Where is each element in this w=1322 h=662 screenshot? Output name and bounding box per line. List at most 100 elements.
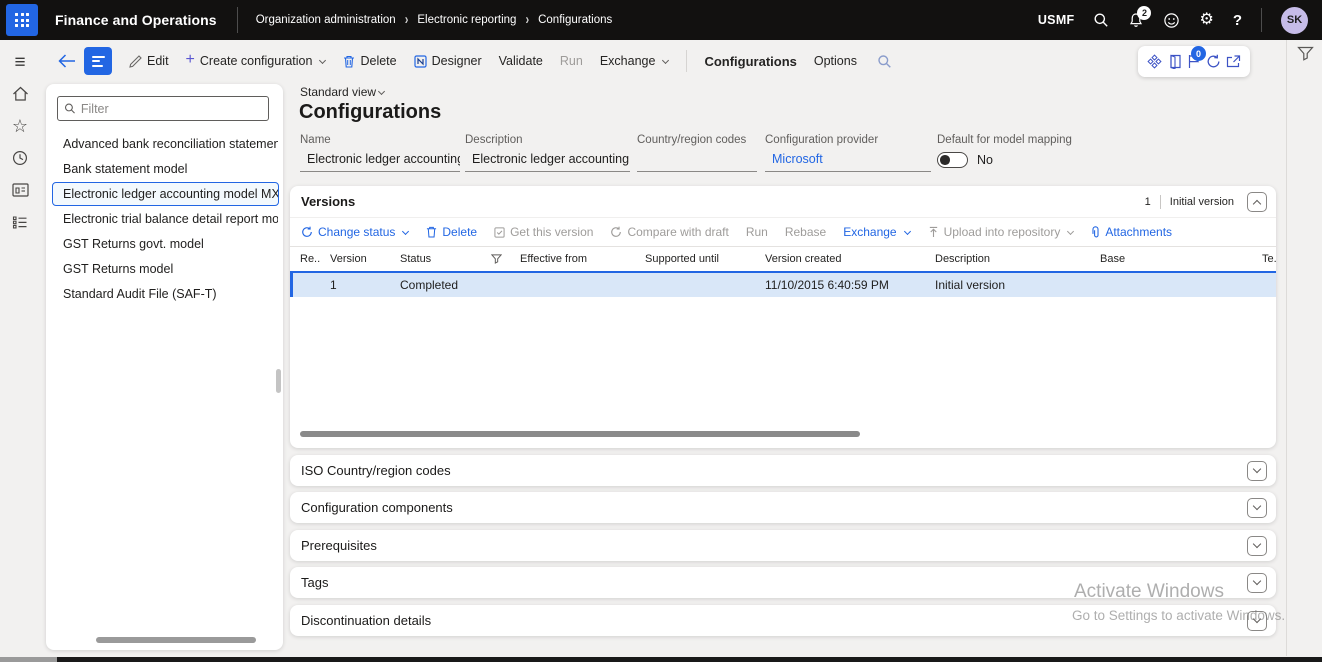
refresh-icon[interactable] — [1206, 54, 1221, 69]
column-te[interactable]: Te... — [1252, 253, 1276, 265]
breadcrumb: Organization administration › Electronic… — [256, 14, 613, 26]
field-provider-value-link[interactable]: Microsoft — [765, 151, 931, 172]
user-avatar[interactable]: SK — [1281, 7, 1308, 34]
table-row[interactable]: 1 Completed 11/10/2015 6:40:59 PM Initia… — [290, 273, 1276, 297]
compare-with-draft-button: Compare with draft — [610, 225, 728, 239]
column-description[interactable]: Description — [925, 253, 1090, 265]
paperclip-icon — [1091, 226, 1100, 239]
attachments-button[interactable]: Attachments — [1091, 225, 1172, 239]
vertical-scrollbar-thumb[interactable] — [276, 369, 281, 393]
default-mapping-toggle[interactable] — [937, 152, 968, 168]
fasttab-prerequisites[interactable]: Prerequisites — [290, 530, 1276, 561]
recent-clock-icon[interactable] — [0, 143, 40, 173]
open-in-new-window-icon[interactable] — [1226, 55, 1241, 68]
list-item-gst-returns[interactable]: GST Returns model — [52, 257, 279, 281]
chevron-down-icon — [1067, 227, 1074, 234]
filter-funnel-icon[interactable] — [1297, 46, 1314, 61]
column-base[interactable]: Base — [1090, 253, 1252, 265]
feedback-smiley-icon[interactable] — [1163, 12, 1180, 29]
sync-icon — [301, 226, 313, 238]
list-item-standard-audit-file[interactable]: Standard Audit File (SAF-T) — [52, 282, 279, 306]
messages-flag-icon[interactable]: 0 — [1187, 54, 1200, 69]
page-title: Configurations — [299, 101, 441, 124]
box-check-icon — [494, 227, 505, 238]
horizontal-scrollbar-thumb[interactable] — [96, 637, 256, 643]
task-guide-book-icon[interactable] — [1168, 54, 1182, 69]
tab-options[interactable]: Options — [814, 54, 857, 68]
message-count-badge: 0 — [1191, 46, 1206, 61]
status-filter-funnel-icon[interactable] — [491, 254, 502, 264]
cell-description: Initial version — [925, 278, 1090, 292]
help-icon[interactable]: ? — [1233, 12, 1242, 29]
back-arrow-button[interactable] — [58, 54, 76, 68]
list-item-gst-returns-govt[interactable]: GST Returns govt. model — [52, 232, 279, 256]
version-exchange-button[interactable]: Exchange — [843, 225, 910, 239]
chevron-down-icon — [378, 87, 385, 94]
breadcrumb-org-admin[interactable]: Organization administration — [256, 14, 396, 26]
fasttab-iso-country-region-codes[interactable]: ISO Country/region codes — [290, 455, 1276, 486]
field-name-value[interactable]: Electronic ledger accounting m... — [300, 151, 460, 172]
settings-gear-icon[interactable]: ⚙ — [1199, 12, 1213, 28]
validate-button[interactable]: Validate — [499, 54, 543, 68]
field-country-value[interactable] — [637, 151, 757, 172]
versions-collapse-button[interactable] — [1247, 192, 1267, 212]
home-icon[interactable] — [0, 79, 40, 109]
tab-configurations[interactable]: Configurations — [704, 54, 796, 69]
personalize-diamonds-icon[interactable] — [1147, 54, 1162, 69]
expand-button[interactable] — [1247, 461, 1267, 481]
designer-button[interactable]: Designer — [414, 54, 482, 68]
model-list: Advanced bank reconciliation statement m… — [46, 129, 283, 306]
nav-hamburger-icon[interactable]: ≡ — [0, 47, 40, 77]
list-pane-toggle-button[interactable] — [84, 47, 112, 75]
model-list-panel: Advanced bank reconciliation statement m… — [46, 84, 283, 650]
edit-button[interactable]: Edit — [129, 54, 169, 68]
grid-horizontal-scrollbar-thumb[interactable] — [300, 431, 860, 437]
upload-icon — [928, 226, 939, 238]
list-item-electronic-ledger-accounting-mx[interactable]: Electronic ledger accounting model MX — [52, 182, 279, 206]
breadcrumb-configurations[interactable]: Configurations — [538, 14, 612, 26]
column-record[interactable]: Re... — [290, 253, 320, 265]
cell-version: 1 — [320, 278, 390, 292]
change-status-button[interactable]: Change status — [301, 225, 409, 239]
column-version[interactable]: Version — [320, 253, 390, 265]
list-item-bank-statement-model[interactable]: Bank statement model — [52, 157, 279, 181]
versions-fasttab: Versions 1 Initial version Change status… — [290, 186, 1276, 448]
list-item-advanced-bank-reconciliation[interactable]: Advanced bank reconciliation statement m… — [52, 132, 279, 156]
column-effective-from[interactable]: Effective from — [510, 253, 635, 265]
expand-button[interactable] — [1247, 498, 1267, 518]
chevron-down-icon — [1253, 540, 1261, 548]
filter-search-icon — [64, 102, 76, 115]
column-status[interactable]: Status — [390, 253, 510, 265]
version-delete-button[interactable]: Delete — [426, 225, 477, 239]
column-version-created[interactable]: Version created — [755, 253, 925, 265]
modules-list-icon[interactable] — [0, 207, 40, 237]
exchange-button[interactable]: Exchange — [600, 54, 670, 68]
filter-input[interactable] — [81, 102, 262, 116]
expand-button[interactable] — [1247, 611, 1267, 631]
app-launcher-button[interactable] — [6, 4, 38, 36]
app-title[interactable]: Finance and Operations — [55, 12, 217, 28]
favorites-star-icon[interactable]: ☆ — [0, 111, 40, 141]
versions-header[interactable]: Versions 1 Initial version — [290, 186, 1276, 217]
company-selector[interactable]: USMF — [1038, 13, 1075, 27]
navbar-right: USMF 2 ⚙ ? SK — [1038, 7, 1322, 34]
list-item-electronic-trial-balance[interactable]: Electronic trial balance detail report m… — [52, 207, 279, 231]
field-description-value[interactable]: Electronic ledger accounting m... — [465, 151, 630, 172]
expand-button[interactable] — [1247, 573, 1267, 593]
fasttab-configuration-components[interactable]: Configuration components — [290, 492, 1276, 523]
fasttab-discontinuation-details[interactable]: Discontinuation details — [290, 605, 1276, 636]
search-icon[interactable] — [1093, 12, 1109, 28]
breadcrumb-electronic-reporting[interactable]: Electronic reporting — [417, 14, 516, 26]
column-supported-until[interactable]: Supported until — [635, 253, 755, 265]
grid-header-row: Re... Version Status Effective from Supp… — [290, 247, 1276, 273]
waffle-icon — [15, 13, 29, 27]
create-configuration-button[interactable]: + Create configuration — [186, 54, 327, 68]
view-selector[interactable]: Standard view — [300, 85, 385, 99]
expand-button[interactable] — [1247, 536, 1267, 556]
workspaces-icon[interactable] — [0, 175, 40, 205]
chevron-down-icon — [662, 56, 669, 63]
delete-button[interactable]: Delete — [343, 54, 396, 68]
fasttab-tags[interactable]: Tags — [290, 567, 1276, 598]
action-search-icon[interactable] — [877, 54, 892, 69]
notifications-bell-icon[interactable]: 2 — [1128, 12, 1144, 29]
